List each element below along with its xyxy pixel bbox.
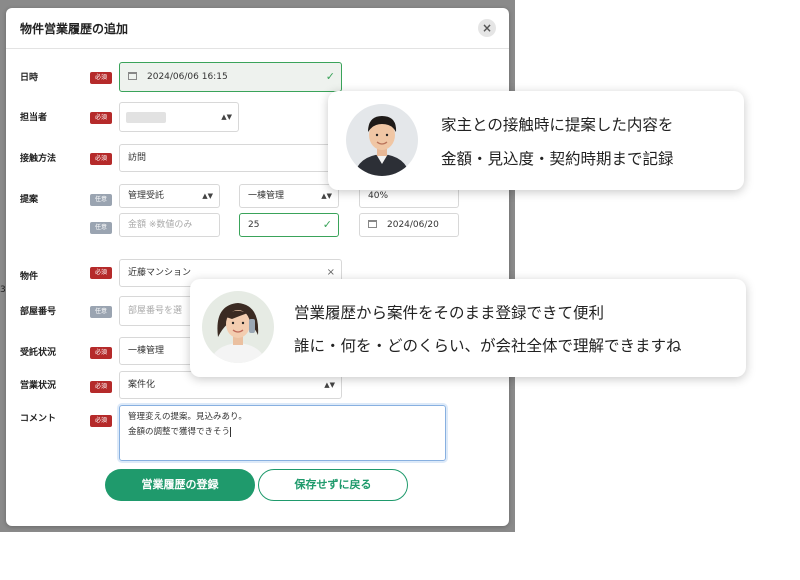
room-number-label: 部屋番号 <box>20 307 57 317</box>
sales-status-value: 案件化 <box>128 380 156 390</box>
comment-line: 金額の調整で獲得できそう <box>128 427 231 437</box>
consignment-status-value: 一棟管理 <box>128 346 165 356</box>
staff-label: 担当者 <box>20 113 48 123</box>
required-badge: 必須 <box>90 112 112 124</box>
contract-date-field[interactable]: 2024/06/20 <box>359 213 459 237</box>
calendar-icon <box>368 219 377 228</box>
required-badge: 必須 <box>90 72 112 84</box>
room-number-placeholder: 部屋番号を選 <box>128 306 183 316</box>
contact-method-label: 接触方法 <box>20 154 57 164</box>
datetime-value: 2024/06/06 16:15 <box>147 72 228 82</box>
contact-method-value: 訪問 <box>128 153 147 163</box>
property-value: 近藤マンション <box>128 268 192 278</box>
register-button[interactable]: 営業履歴の登録 <box>105 469 255 501</box>
optional-badge: 任意 <box>90 194 112 206</box>
select-caret-icon: ▲▼ <box>321 192 332 200</box>
datetime-label: 日時 <box>20 73 39 83</box>
testimonial-bubble-male: 家主との接触時に提案した内容を 金額・見込度・契約時期まで記録 <box>328 91 744 190</box>
back-without-saving-button[interactable]: 保存せずに戻る <box>258 469 408 501</box>
contact-method-field[interactable]: 訪問 <box>119 144 342 172</box>
proposal-label: 提案 <box>20 195 39 205</box>
select-caret-icon: ▲▼ <box>221 113 232 121</box>
consignment-status-label: 受託状況 <box>20 348 57 358</box>
optional-badge: 任意 <box>90 222 112 234</box>
required-badge: 必須 <box>90 267 112 279</box>
contract-date-value: 2024/06/20 <box>387 220 439 230</box>
sales-status-label: 営業状況 <box>20 381 57 391</box>
testimonial-line: 誰に・何を・どのくらい、が会社全体で理解できますね <box>294 337 682 355</box>
proposal-type-select[interactable]: 管理受託 ▲▼ <box>119 184 220 208</box>
staff-select[interactable]: ▲▼ <box>119 102 239 132</box>
add-sales-history-modal: 物件営業履歴の追加 × 日時 必須 2024/06/06 16:15 ✓ 担当者… <box>6 8 509 526</box>
amount-value-input[interactable]: 25 ✓ <box>239 213 339 237</box>
female-avatar <box>202 291 274 363</box>
comment-line: 管理変えの提案。見込みあり。 <box>128 412 247 422</box>
required-badge: 必須 <box>90 381 112 393</box>
amount-placeholder: 金額 ※数値のみ <box>128 220 193 230</box>
required-badge: 必須 <box>90 153 112 165</box>
modal-title: 物件営業履歴の追加 <box>20 22 129 36</box>
required-badge: 必須 <box>90 347 112 359</box>
text-cursor <box>230 426 232 437</box>
probability-value: 40% <box>368 191 389 201</box>
check-icon: ✓ <box>325 70 335 83</box>
testimonial-line: 金額・見込度・契約時期まで記録 <box>441 150 674 168</box>
check-icon: ✓ <box>322 218 332 231</box>
required-badge: 必須 <box>90 415 112 427</box>
proposal-type-value: 管理受託 <box>128 191 165 201</box>
modal-header: 物件営業履歴の追加 × <box>6 8 509 49</box>
edge-glyph: 3 <box>0 285 6 295</box>
select-caret-icon: ▲▼ <box>202 192 213 200</box>
male-avatar <box>346 104 418 176</box>
testimonial-line: 家主との接触時に提案した内容を <box>441 116 674 134</box>
testimonial-line: 営業履歴から案件をそのまま登録できて便利 <box>294 304 605 322</box>
close-icon[interactable]: × <box>478 19 496 37</box>
management-type-select[interactable]: 一棟管理 ▲▼ <box>239 184 339 208</box>
calendar-icon <box>128 71 137 80</box>
datetime-field[interactable]: 2024/06/06 16:15 ✓ <box>119 62 342 92</box>
management-type-value: 一棟管理 <box>248 191 285 201</box>
comment-label: コメント <box>20 414 57 424</box>
staff-redacted-value <box>126 112 166 123</box>
property-label: 物件 <box>20 272 39 282</box>
testimonial-bubble-female: 営業履歴から案件をそのまま登録できて便利 誰に・何を・どのくらい、が会社全体で理… <box>190 279 746 377</box>
optional-badge: 任意 <box>90 306 112 318</box>
amount-input[interactable]: 金額 ※数値のみ <box>119 213 220 237</box>
amount-value: 25 <box>248 220 260 230</box>
comment-textarea[interactable]: 管理変えの提案。見込みあり。 金額の調整で獲得できそう <box>119 405 446 461</box>
